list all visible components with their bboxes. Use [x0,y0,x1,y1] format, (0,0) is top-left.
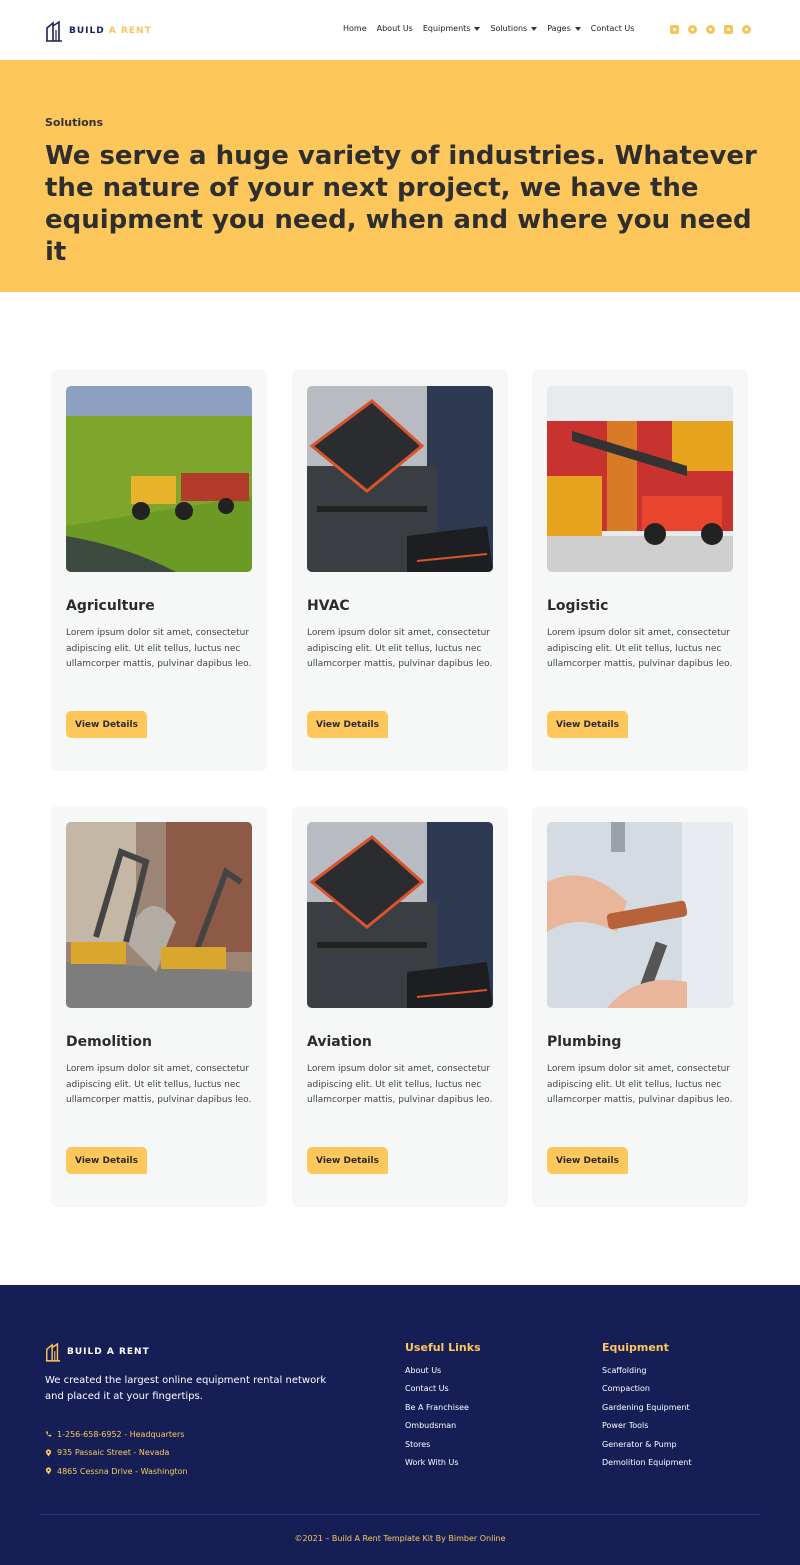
solution-card-logistic: Logistic Lorem ipsum dolor sit amet, con… [532,370,748,771]
solution-card-plumbing: Plumbing Lorem ipsum dolor sit amet, con… [532,806,748,1207]
nav-item-pages[interactable]: Pages [547,24,581,33]
toolbox-image [307,822,493,1008]
pinterest-icon[interactable] [742,25,751,34]
footer-link-work-with-us[interactable]: Work With Us [405,1458,481,1476]
view-details-button[interactable]: View Details [547,711,628,738]
view-details-button[interactable]: View Details [307,711,388,738]
nav-item-about-us[interactable]: About Us [377,24,413,33]
footer-copyright: ©2021 – Build A Rent Template Kit By Bim… [294,1534,506,1543]
footer-link-generator-pump[interactable]: Generator & Pump [602,1440,692,1458]
location-pin-icon [45,1467,52,1475]
contact-address-washington[interactable]: 4865 Cessna Drive - Washington [45,1462,188,1481]
toolbox-image [307,386,493,572]
footer-link-contact-us[interactable]: Contact Us [405,1384,481,1402]
view-details-button[interactable]: View Details [307,1147,388,1174]
chevron-down-icon [531,26,538,31]
container-forklift-image [547,386,733,572]
excavators-image [66,822,252,1008]
chevron-down-icon [474,26,481,31]
view-details-button[interactable]: View Details [547,1147,628,1174]
card-title: Demolition [66,1034,152,1050]
footer-link-ombudsman[interactable]: Ombudsman [405,1421,481,1439]
facebook-icon[interactable] [688,25,697,34]
footer-link-demolition-equipment[interactable]: Demolition Equipment [602,1458,692,1476]
footer-link-gardening-equipment[interactable]: Gardening Equipment [602,1403,692,1421]
site-header: BUILD A RENT Home About Us Equipments So… [0,0,800,60]
location-pin-icon [45,1449,52,1457]
footer-column-title: Equipment [602,1341,669,1354]
building-logo-icon [45,1342,61,1362]
footer-link-power-tools[interactable]: Power Tools [602,1421,692,1439]
site-footer: BUILD A RENT We created the largest onli… [0,1285,800,1565]
nav-item-home[interactable]: Home [343,24,367,33]
footer-divider [40,1514,760,1515]
nav-item-contact-us[interactable]: Contact Us [591,24,635,33]
footer-useful-links: Useful Links About Us Contact Us Be A Fr… [405,1341,481,1476]
phone-icon [45,1431,52,1437]
agriculture-harvester-image [66,386,252,572]
building-logo-icon [46,20,62,42]
card-description: Lorem ipsum dolor sit amet, consectetur … [66,628,252,669]
solution-card-aviation: Aviation Lorem ipsum dolor sit amet, con… [292,806,508,1207]
solution-card-hvac: HVAC Lorem ipsum dolor sit amet, consect… [292,370,508,771]
footer-link-scaffolding[interactable]: Scaffolding [602,1366,692,1384]
chevron-down-icon [574,26,581,31]
hero-banner: Solutions We serve a huge variety of ind… [0,60,800,292]
footer-link-about-us[interactable]: About Us [405,1366,481,1384]
footer-column-title: Useful Links [405,1341,481,1354]
card-title: HVAC [307,598,350,614]
card-description: Lorem ipsum dolor sit amet, consectetur … [547,628,733,669]
solution-card-demolition: Demolition Lorem ipsum dolor sit amet, c… [51,806,267,1207]
contact-address-nevada[interactable]: 935 Passaic Street - Nevada [45,1444,188,1463]
view-details-button[interactable]: View Details [66,711,147,738]
card-title: Plumbing [547,1034,622,1050]
brand-logo[interactable]: BUILD A RENT [45,20,152,42]
card-description: Lorem ipsum dolor sit amet, consectetur … [307,628,493,669]
brand-name: BUILD A RENT [69,26,152,36]
card-description: Lorem ipsum dolor sit amet, consectetur … [307,1064,493,1105]
instagram-icon[interactable] [670,25,679,34]
nav-item-solutions[interactable]: Solutions [490,24,538,33]
footer-about-text: We created the largest online equipment … [45,1375,327,1402]
card-description: Lorem ipsum dolor sit amet, consectetur … [547,1064,733,1105]
hero-kicker: Solutions [45,116,104,129]
footer-contacts: 1-256-658-6952 - Headquarters 935 Passai… [45,1425,188,1481]
solution-card-agriculture: Agriculture Lorem ipsum dolor sit amet, … [51,370,267,771]
main-nav: Home About Us Equipments Solutions Pages… [343,24,644,33]
hero-title: We serve a huge variety of industries. W… [45,141,757,267]
footer-link-compaction[interactable]: Compaction [602,1384,692,1402]
twitter-icon[interactable] [706,25,715,34]
card-title: Aviation [307,1034,372,1050]
view-details-button[interactable]: View Details [66,1147,147,1174]
card-title: Agriculture [66,598,155,614]
footer-link-stores[interactable]: Stores [405,1440,481,1458]
footer-link-be-a-franchisee[interactable]: Be A Franchisee [405,1403,481,1421]
pipe-plumbing-image [547,822,733,1008]
card-title: Logistic [547,598,609,614]
contact-phone[interactable]: 1-256-658-6952 - Headquarters [45,1425,188,1444]
footer-brand-name: BUILD A RENT [67,1347,150,1357]
footer-equipment-links: Equipment Scaffolding Compaction Gardeni… [602,1341,692,1476]
youtube-icon[interactable] [724,25,733,34]
social-links [670,25,751,34]
footer-brand-logo[interactable]: BUILD A RENT [45,1342,150,1362]
card-description: Lorem ipsum dolor sit amet, consectetur … [66,1064,252,1105]
nav-item-equipments[interactable]: Equipments [423,24,481,33]
